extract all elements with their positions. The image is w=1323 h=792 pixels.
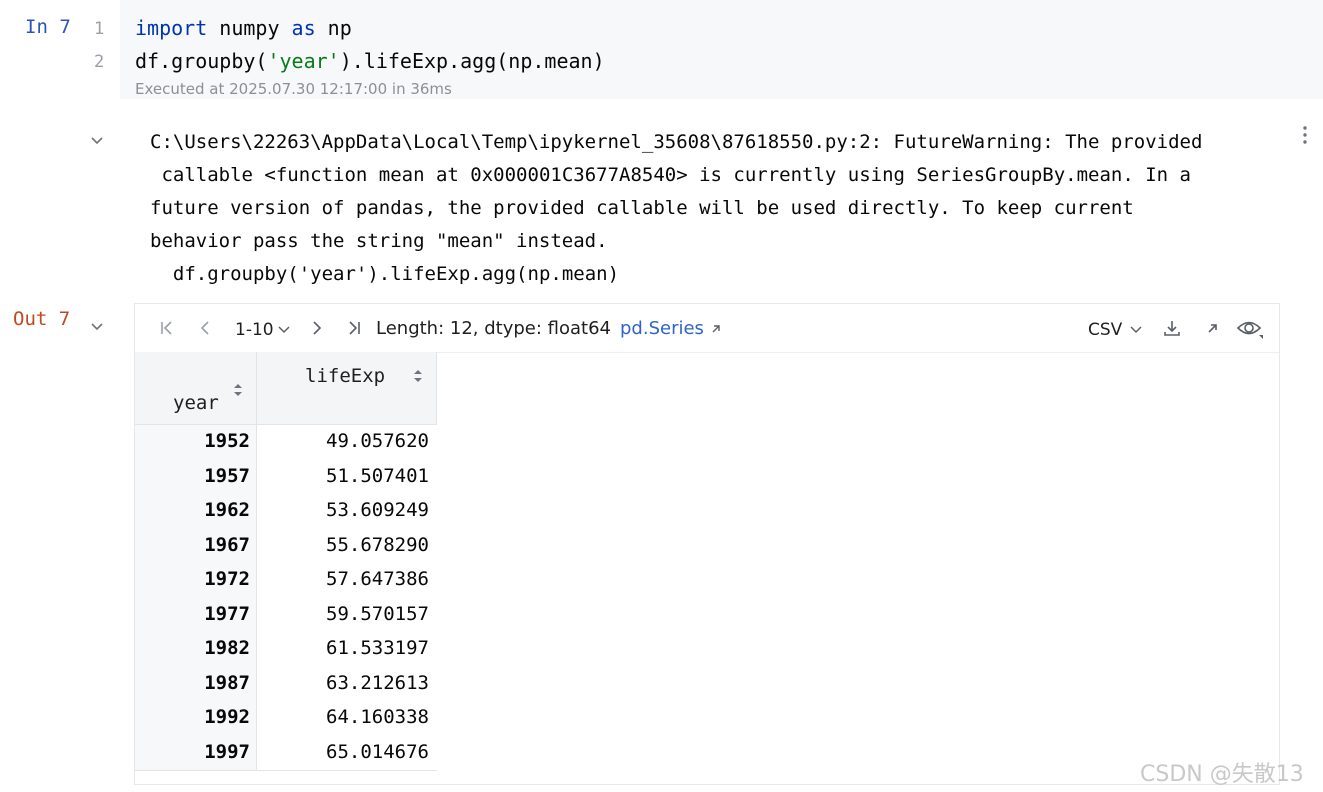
index-column-header[interactable]: year [135, 352, 257, 425]
table-row-value[interactable]: 61.533197 [257, 637, 429, 659]
line-number: 1 [94, 19, 105, 39]
line-number: 2 [94, 52, 105, 72]
table-row-value[interactable]: 65.014676 [257, 741, 429, 763]
table-row-value[interactable]: 51.507401 [257, 465, 429, 487]
table-row-index: 1987 [204, 671, 250, 694]
data-grid: year lifeExp 1952 49.057620 1957 51.507401 1… [135, 352, 437, 771]
table-row-index: 1962 [204, 499, 250, 521]
output-cell-label: Out 7 [13, 308, 71, 330]
table-row-value[interactable]: 55.678290 [257, 534, 429, 556]
code-token: numpy [207, 16, 292, 40]
table-row-index: 1967 [204, 533, 250, 556]
last-page-icon[interactable] [344, 318, 364, 338]
page-range-selector[interactable]: 1-10 [235, 320, 274, 340]
table-row-value[interactable]: 49.057620 [257, 430, 429, 452]
code-token: ).lifeExp.agg(np.mean) [339, 49, 605, 73]
series-length-info: Length: 12, dtype: float64 [376, 318, 611, 339]
chevron-down-icon[interactable] [276, 321, 296, 341]
download-icon[interactable] [1162, 318, 1182, 338]
sort-icon[interactable] [413, 368, 423, 382]
external-arrow-icon [712, 325, 720, 333]
table-row-value[interactable]: 64.160338 [257, 706, 429, 728]
warning-output-text: C:\Users\22263\AppData\Local\Temp\ipyker… [150, 131, 1203, 285]
index-header-label: year [173, 392, 219, 414]
grid-bottom-border [135, 770, 437, 771]
code-token: 'year' [267, 49, 340, 73]
table-row-index: 1992 [204, 706, 250, 728]
table-row-index: 1952 [204, 430, 250, 452]
collapse-table-chevron-icon[interactable] [89, 318, 105, 334]
open-in-new-icon[interactable] [1203, 318, 1223, 338]
table-row-index: 1977 [204, 602, 250, 625]
dataframe-viewer: 1-10 Length: 12, dtype: float64 pd.Serie… [134, 303, 1280, 785]
table-row-index: 1982 [204, 637, 250, 659]
table-row-value[interactable]: 57.647386 [257, 568, 429, 590]
table-row-index: 1957 [204, 464, 250, 487]
eye-icon[interactable] [1236, 318, 1264, 339]
table-row-value[interactable]: 53.609249 [257, 499, 429, 521]
table-row-index: 1972 [204, 568, 250, 590]
sort-icon[interactable] [233, 382, 243, 396]
series-type-link-label: pd.Series [620, 318, 704, 339]
watermark: CSDN @失散13 [1140, 762, 1304, 787]
value-column-header[interactable]: lifeExp [257, 352, 437, 425]
table-row-value[interactable]: 59.570157 [257, 603, 429, 625]
first-page-icon[interactable] [157, 318, 177, 338]
code-line[interactable]: import numpy as np [135, 16, 352, 40]
previous-page-icon[interactable] [195, 318, 215, 338]
code-line[interactable]: df.groupby('year').lifeExp.agg(np.mean) [135, 49, 605, 73]
code-token: import [135, 16, 208, 40]
code-token: df.groupby( [135, 49, 268, 73]
collapse-output-chevron-icon[interactable] [89, 132, 105, 148]
export-format-selector[interactable]: CSV [1088, 320, 1122, 340]
table-row-value[interactable]: 63.212613 [257, 672, 429, 694]
series-type-link[interactable]: pd.Series [620, 318, 722, 339]
value-header-label: lifeExp [305, 365, 386, 387]
code-token: np [315, 16, 352, 40]
chevron-down-icon[interactable] [1128, 321, 1148, 341]
execution-info: Executed at 2025.07.30 12:17:00 in 36ms [135, 80, 452, 98]
table-toolbar: 1-10 Length: 12, dtype: float64 pd.Serie… [135, 304, 1279, 353]
table-row-index: 1997 [204, 740, 250, 763]
more-options-icon[interactable] [1298, 125, 1312, 147]
next-page-icon[interactable] [307, 318, 327, 338]
code-token: as [291, 16, 316, 40]
input-cell-label: In 7 [25, 16, 71, 38]
